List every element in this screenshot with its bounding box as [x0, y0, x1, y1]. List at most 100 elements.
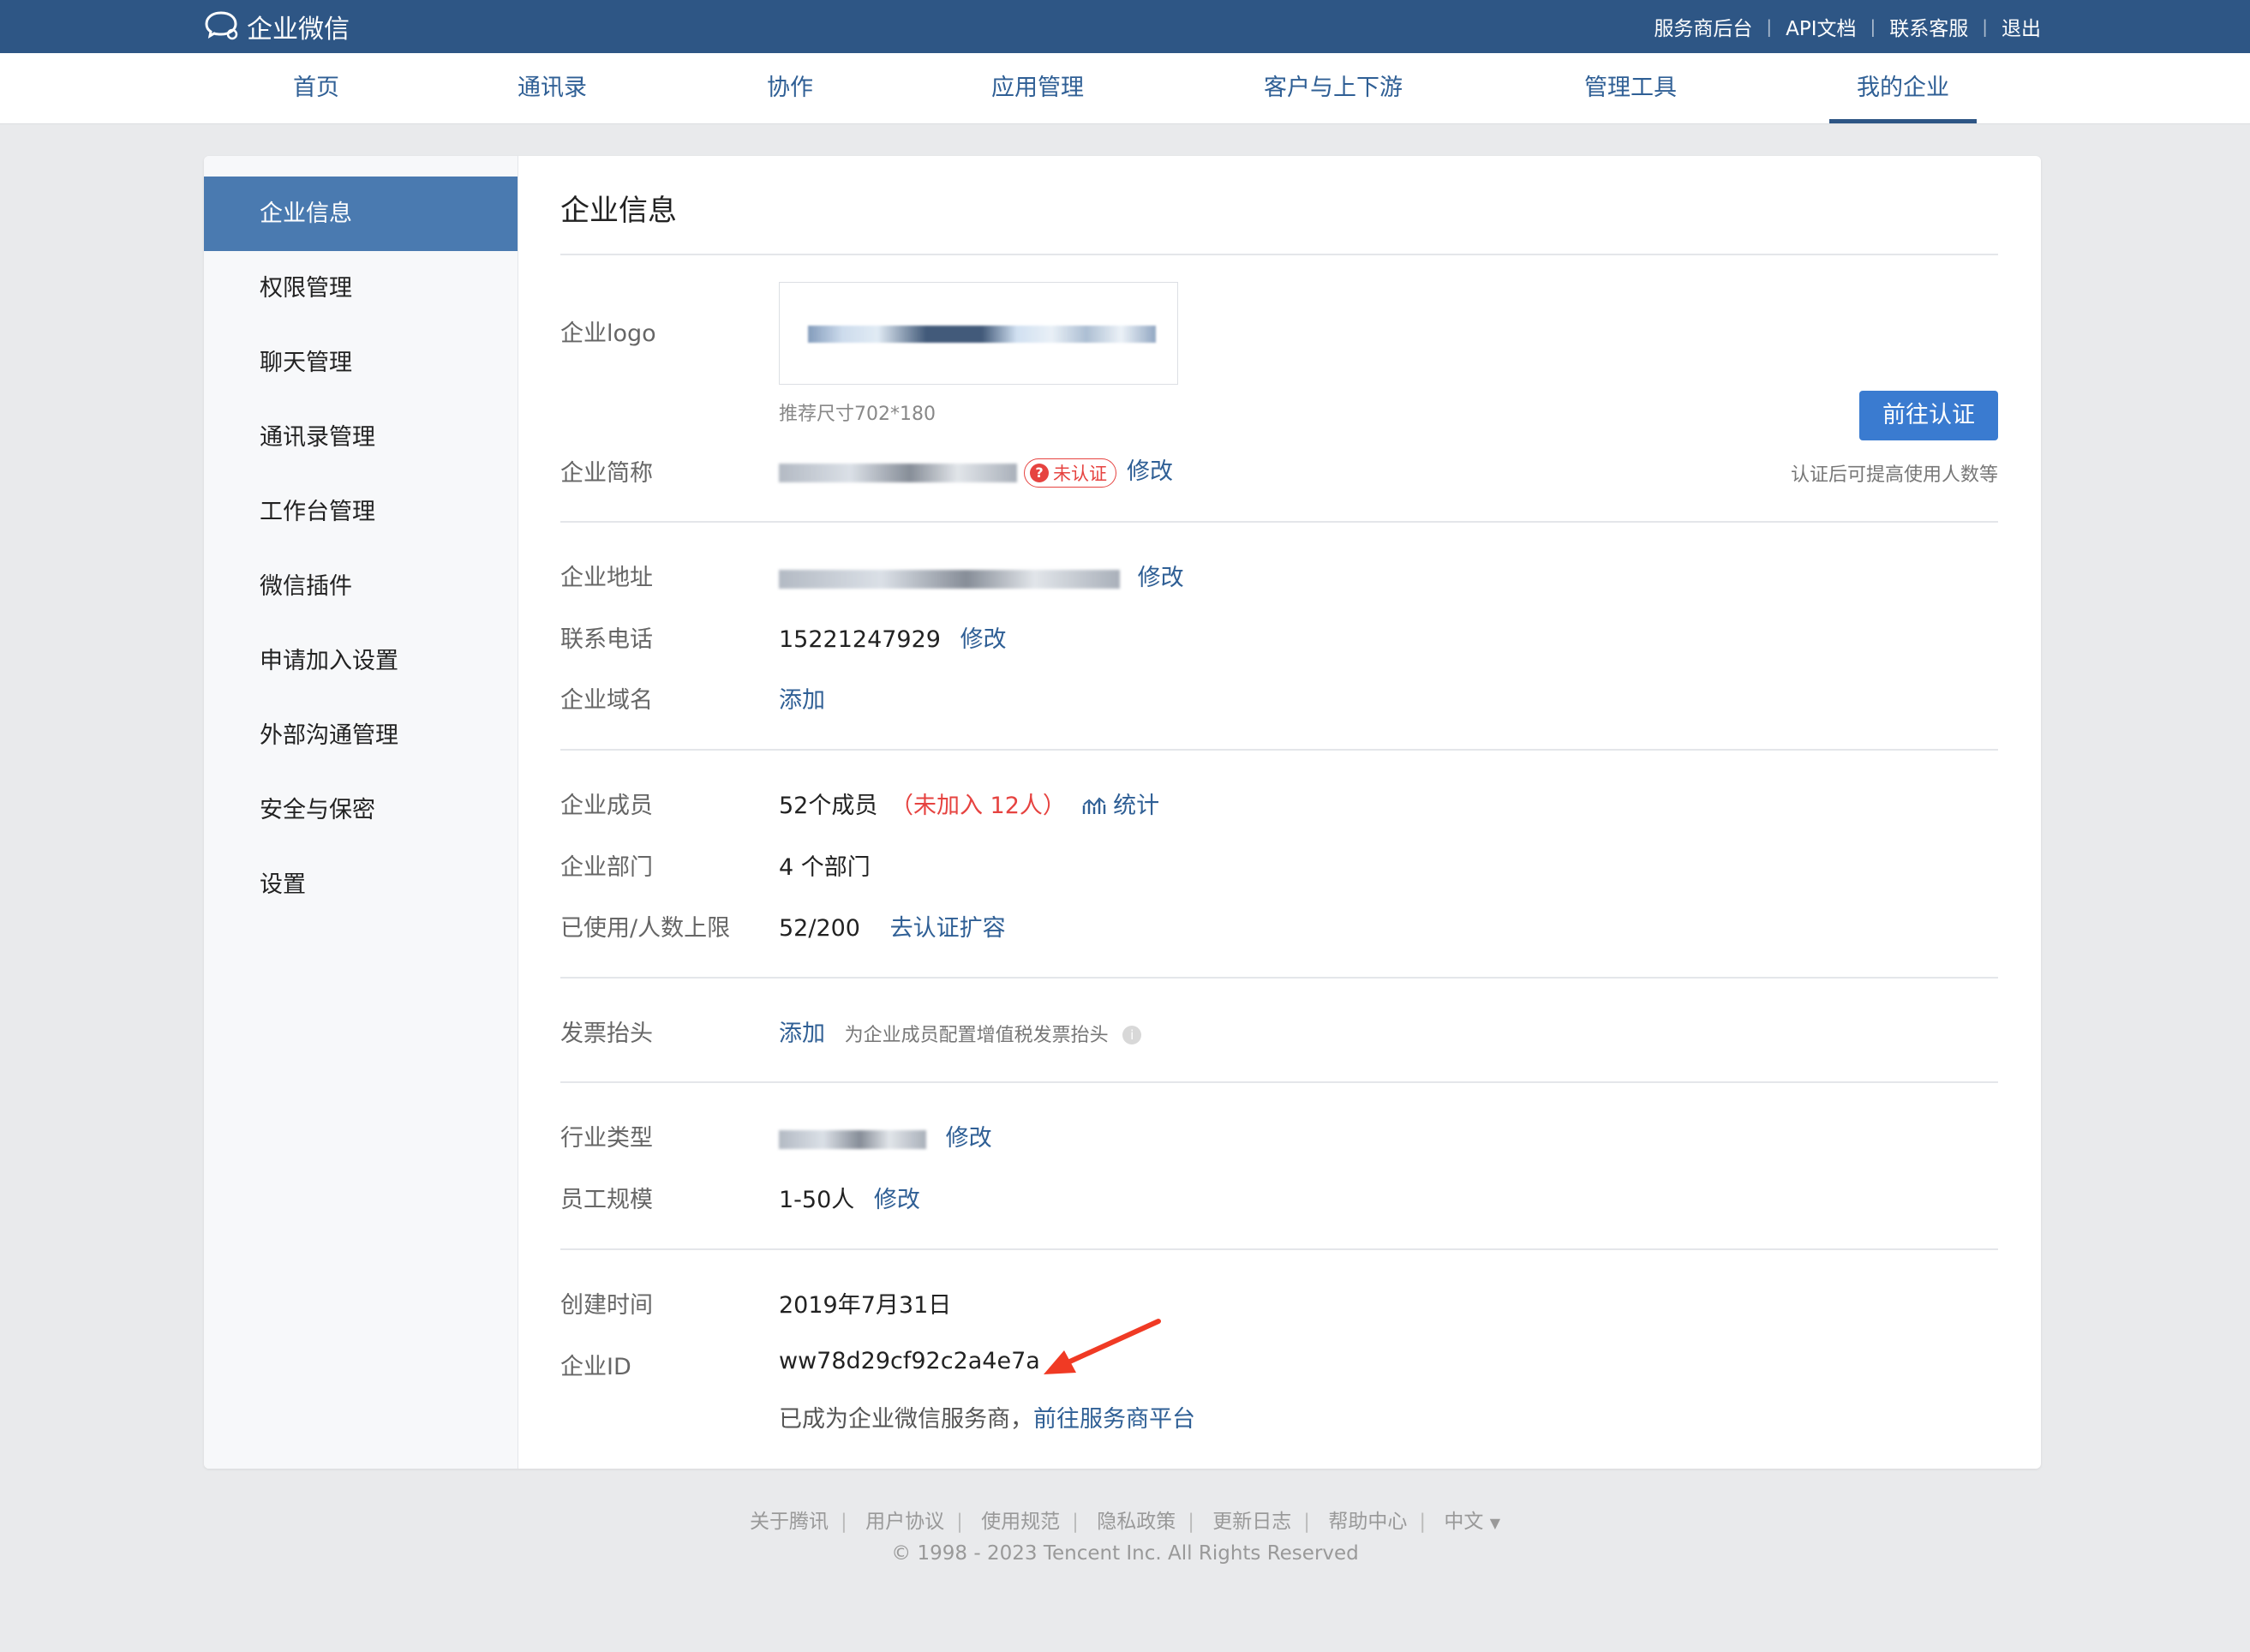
- uncertified-badge-label: 未认证: [1053, 463, 1107, 484]
- page-title: 企业信息: [560, 194, 677, 228]
- redacted-address: [779, 569, 1120, 589]
- scale-value: 1-50人: [779, 1187, 855, 1213]
- domain-label: 企业域名: [560, 687, 653, 714]
- scale-row: 1-50人 修改: [779, 1181, 920, 1214]
- phone-label: 联系电话: [560, 626, 653, 653]
- phone-row: 15221247929 修改: [779, 620, 1007, 654]
- invoice-label: 发票抬头: [560, 1021, 653, 1047]
- stats-link[interactable]: 统计: [1082, 793, 1159, 819]
- divider: [560, 1081, 1998, 1083]
- nav-collaboration[interactable]: 协作: [767, 53, 813, 123]
- sidebar-item-external[interactable]: 外部沟通管理: [204, 698, 518, 773]
- edit-scale-link[interactable]: 修改: [874, 1187, 920, 1213]
- industry-label: 行业类型: [560, 1125, 653, 1152]
- top-bar: 企业微信 服务商后台 | API文档 | 联系客服 | 退出: [0, 0, 2250, 53]
- address-label: 企业地址: [560, 565, 653, 591]
- sidebar-item-wechat-plugin[interactable]: 微信插件: [204, 549, 518, 624]
- divider: |: [1766, 16, 1773, 37]
- corp-id-value: ww78d29cf92c2a4e7a: [779, 1348, 1040, 1374]
- go-certify-button[interactable]: 前往认证: [1859, 391, 1998, 440]
- add-domain-link[interactable]: 添加: [779, 681, 825, 715]
- main-nav: 首页 通讯录 协作 应用管理 客户与上下游 管理工具 我的企业: [0, 53, 2250, 124]
- divider: |: [1870, 16, 1876, 37]
- logo-size-hint: 推荐尺寸702*180: [779, 404, 936, 425]
- copyright: © 1998 - 2023 Tencent Inc. All Rights Re…: [891, 1542, 1359, 1565]
- language-select[interactable]: 中文 ▼: [1444, 1511, 1500, 1533]
- stats-chart-icon: [1082, 797, 1105, 814]
- content-area: 企业信息 企业logo 推荐尺寸702*180 前往认证 认证后可提高使用人数等…: [518, 156, 2041, 1469]
- footer-help-link[interactable]: 帮助中心: [1328, 1511, 1407, 1533]
- redacted-short-name: [779, 463, 1017, 482]
- usage-row: 52/200 去认证扩容: [779, 909, 1006, 943]
- sidebar-item-contacts[interactable]: 通讯录管理: [204, 400, 518, 475]
- sidebar-item-settings[interactable]: 设置: [204, 847, 518, 922]
- app-name: 企业微信: [247, 15, 350, 45]
- info-icon[interactable]: i: [1122, 1025, 1142, 1044]
- nav-contacts[interactable]: 通讯录: [518, 53, 587, 123]
- industry-row: 修改: [779, 1119, 992, 1152]
- created-label: 创建时间: [560, 1292, 653, 1319]
- red-arrow-annotation: [1044, 1319, 1161, 1374]
- footer-privacy-link[interactable]: 隐私政策: [1097, 1511, 1176, 1533]
- sidebar-item-join-settings[interactable]: 申请加入设置: [204, 624, 518, 698]
- footer-user-agreement-link[interactable]: 用户协议: [865, 1511, 944, 1533]
- divider: [560, 977, 1998, 979]
- sidebar-item-security[interactable]: 安全与保密: [204, 773, 518, 847]
- divider: [560, 254, 1998, 255]
- footer-usage-rules-link[interactable]: 使用规范: [981, 1511, 1060, 1533]
- logo-label: 企业logo: [560, 320, 656, 347]
- invoice-hint: 为企业成员配置增值税发票抬头: [844, 1025, 1109, 1046]
- enterprise-logo-image[interactable]: [779, 282, 1178, 385]
- enterprise-info-card: 企业信息 权限管理 聊天管理 通讯录管理 工作台管理 微信插件 申请加入设置 外…: [204, 156, 2041, 1469]
- nav-app-management[interactable]: 应用管理: [991, 53, 1084, 123]
- redacted-industry: [779, 1129, 926, 1149]
- sidebar-item-workbench[interactable]: 工作台管理: [204, 475, 518, 549]
- provider-platform-link[interactable]: 前往服务商平台: [1033, 1406, 1195, 1433]
- provider-backend-link[interactable]: 服务商后台: [1654, 12, 1752, 41]
- nav-home[interactable]: 首页: [293, 53, 339, 123]
- add-invoice-link[interactable]: 添加: [779, 1021, 825, 1047]
- pending-members[interactable]: （未加入 12人）: [890, 793, 1066, 819]
- members-count: 52个成员: [779, 793, 878, 819]
- edit-industry-link[interactable]: 修改: [946, 1125, 992, 1152]
- cert-note: 认证后可提高使用人数等: [1790, 464, 1998, 486]
- provider-text: 已成为企业微信服务商，: [779, 1406, 1033, 1433]
- sidebar-item-chat[interactable]: 聊天管理: [204, 326, 518, 400]
- footer-about-link[interactable]: 关于腾讯: [750, 1511, 829, 1533]
- api-docs-link[interactable]: API文档: [1786, 12, 1856, 41]
- wecom-logo-icon: [204, 9, 240, 44]
- logout-link[interactable]: 退出: [2002, 12, 2041, 41]
- divider: [560, 749, 1998, 751]
- footer-changelog-link[interactable]: 更新日志: [1212, 1511, 1291, 1533]
- footer-links: 关于腾讯 | 用户协议 | 使用规范 | 隐私政策 | 更新日志 | 帮助中心 | 中文 ▼: [0, 1505, 2250, 1534]
- nav-admin-tools[interactable]: 管理工具: [1584, 53, 1677, 123]
- nav-customers[interactable]: 客户与上下游: [1264, 53, 1403, 123]
- uncertified-badge[interactable]: ? 未认证: [1024, 458, 1116, 488]
- created-value: 2019年7月31日: [779, 1292, 952, 1319]
- contact-support-link[interactable]: 联系客服: [1889, 12, 1968, 41]
- divider: [560, 1248, 1998, 1250]
- divider: |: [1072, 1511, 1079, 1533]
- app-logo[interactable]: 企业微信: [204, 9, 350, 45]
- edit-phone-link[interactable]: 修改: [960, 626, 1007, 653]
- invoice-row: 添加 为企业成员配置增值税发票抬头 i: [779, 1015, 1142, 1048]
- edit-short-name-link[interactable]: 修改: [1127, 458, 1173, 485]
- departments-value: 4 个部门: [779, 854, 871, 881]
- question-icon: ?: [1030, 463, 1049, 482]
- logo-image-content: [808, 326, 1156, 343]
- address-row: 修改: [779, 559, 1184, 592]
- edit-address-link[interactable]: 修改: [1138, 565, 1184, 591]
- departments-label: 企业部门: [560, 854, 653, 881]
- divider: |: [841, 1511, 847, 1533]
- divider: |: [1419, 1511, 1427, 1533]
- nav-my-enterprise[interactable]: 我的企业: [1829, 53, 1977, 123]
- certify-expand-link[interactable]: 去认证扩容: [890, 915, 1006, 942]
- short-name-row: ? 未认证 修改: [779, 452, 1173, 488]
- scale-label: 员工规模: [560, 1187, 653, 1213]
- corp-id-label: 企业ID: [560, 1354, 631, 1380]
- sidebar: 企业信息 权限管理 聊天管理 通讯录管理 工作台管理 微信插件 申请加入设置 外…: [204, 156, 518, 1469]
- sidebar-item-enterprise-info[interactable]: 企业信息: [204, 177, 518, 251]
- short-name-label: 企业简称: [560, 460, 653, 487]
- sidebar-item-permissions[interactable]: 权限管理: [204, 251, 518, 326]
- usage-value: 52/200: [779, 915, 860, 942]
